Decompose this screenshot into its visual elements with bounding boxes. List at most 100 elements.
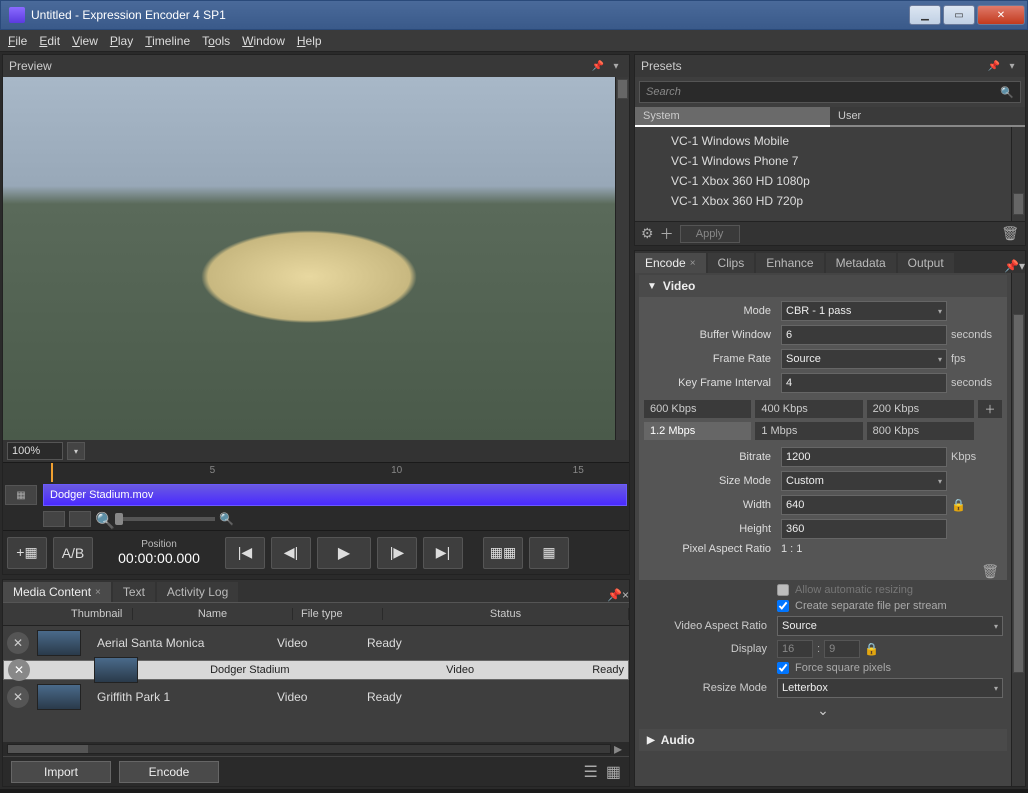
pin-icon[interactable]: 📌 [607,588,622,602]
resize-mode-select[interactable]: Letterbox▾ [777,678,1003,698]
pin-icon[interactable]: 📌 [987,59,1001,73]
bitrate-preset[interactable]: 1.2 Mbps [643,421,752,441]
add-clip-button[interactable]: +▦ [7,537,47,569]
zoom-out-icon[interactable]: 🔍 [95,511,111,527]
dropdown-icon[interactable]: ▾ [609,59,623,73]
mode-select[interactable]: CBR - 1 pass▾ [781,301,947,321]
preset-item[interactable]: VC-1 Xbox 360 HD 1080p [671,171,1011,191]
preset-item[interactable]: VC-1 Windows Phone 7 [671,151,1011,171]
tab-text[interactable]: Text [113,582,155,602]
trash-icon[interactable]: 🗑 [1001,225,1019,242]
height-input[interactable]: 360 [781,519,947,539]
encode-button[interactable]: Encode [119,761,219,783]
remove-icon[interactable]: ✕ [7,686,29,708]
tab-encode[interactable]: Encode× [635,253,706,273]
bitrate-add-button[interactable]: ＋ [977,399,1003,419]
preset-item[interactable]: VC-1 Xbox 360 HD 720p [671,191,1011,211]
presets-scrollbar[interactable] [1011,127,1025,221]
media-row[interactable]: ✕ Dodger Stadium Video Ready [3,660,629,680]
tab-activity-log[interactable]: Activity Log [157,582,238,602]
apply-button[interactable]: Apply [680,225,740,243]
display-h-input[interactable]: 9 [824,640,860,658]
trash-icon[interactable]: 🗑 [639,563,1007,580]
step-forward-button[interactable]: |▶ [377,537,417,569]
menu-view[interactable]: View [72,34,98,48]
step-back-button[interactable]: ◀| [271,537,311,569]
audio-section-header[interactable]: ▶Audio [639,729,1007,751]
presets-tab-system[interactable]: System [635,107,830,127]
play-button[interactable]: ▶ [317,537,371,569]
tab-enhance[interactable]: Enhance [756,253,823,273]
menu-timeline[interactable]: Timeline [145,34,190,48]
video-section: ▼Video Mode CBR - 1 pass▾ Buffer Window … [639,275,1007,580]
gear-icon[interactable]: ⚙ [641,225,654,242]
bitrate-preset[interactable]: 800 Kbps [866,421,975,441]
media-row[interactable]: ✕ Aerial Santa Monica Video Ready [3,626,629,660]
presets-search[interactable]: Search🔍 [639,81,1021,103]
media-hscroll[interactable]: ▸ [3,742,629,756]
expand-more-icon[interactable]: ⌄ [643,700,1003,721]
media-row[interactable]: ✕ Griffith Park 1 Video Ready [3,680,629,714]
pin-icon[interactable]: 📌 [1004,259,1019,273]
lock-icon[interactable]: 🔒 [864,642,879,656]
view-list-icon[interactable]: ☰ [584,762,598,782]
timeline-tool-1[interactable] [43,511,65,527]
presets-tab-user[interactable]: User [830,107,1025,127]
pin-icon[interactable]: 📌 [591,59,605,73]
markers-button[interactable]: ▦ [529,537,569,569]
tab-clips[interactable]: Clips [708,253,755,273]
bitrate-preset[interactable]: 600 Kbps [643,399,752,419]
menu-edit[interactable]: Edit [39,34,60,48]
tab-metadata[interactable]: Metadata [826,253,896,273]
ab-button[interactable]: A/B [53,537,93,569]
tab-media-content[interactable]: Media Content× [3,582,111,602]
remove-icon[interactable]: ✕ [7,632,29,654]
dropdown-icon[interactable]: ▾ [1019,259,1025,273]
zoom-in-icon[interactable]: 🔍 [219,512,235,526]
maximize-button[interactable]: ▭ [943,5,975,25]
zoom-dropdown[interactable]: ▾ [67,442,85,460]
zoom-select[interactable]: 100% [7,442,63,460]
framerate-select[interactable]: Source▾ [781,349,947,369]
view-grid-icon[interactable]: ▦ [606,762,621,782]
menu-window[interactable]: Window [242,34,285,48]
bitrate-preset[interactable]: 400 Kbps [754,399,863,419]
goto-end-button[interactable]: ▶| [423,537,463,569]
dropdown-icon[interactable]: ▾ [1005,59,1019,73]
menu-file[interactable]: File [8,34,27,48]
menu-play[interactable]: Play [110,34,133,48]
lock-icon[interactable]: 🔒 [951,498,999,512]
bitrate-input[interactable]: 1200 [781,447,947,467]
menu-help[interactable]: Help [297,34,322,48]
bitrate-preset[interactable]: 200 Kbps [866,399,975,419]
sizemode-select[interactable]: Custom▾ [781,471,947,491]
timeline-tool-2[interactable] [69,511,91,527]
width-input[interactable]: 640 [781,495,947,515]
display-w-input[interactable]: 16 [777,640,813,658]
create-separate-checkbox[interactable] [777,600,789,612]
goto-start-button[interactable]: |◀ [225,537,265,569]
close-button[interactable]: ✕ [977,5,1025,25]
preset-item[interactable]: VC-1 Windows Mobile [671,131,1011,151]
remove-icon[interactable]: ✕ [8,659,30,681]
preview-viewport[interactable] [3,77,615,440]
close-panel-icon[interactable]: × [622,588,629,602]
add-icon[interactable]: ＋ [660,224,674,244]
timeline-clip[interactable]: Dodger Stadium.mov [43,484,627,506]
video-aspect-select[interactable]: Source▾ [777,616,1003,636]
keyframe-input[interactable]: 4 [781,373,947,393]
split-button[interactable]: ▦▦ [483,537,523,569]
timeline-ruler[interactable]: 5 10 15 [3,462,629,482]
presets-list: VC-1 Windows Mobile VC-1 Windows Phone 7… [635,127,1011,221]
buffer-window-input[interactable]: 6 [781,325,947,345]
bitrate-preset[interactable]: 1 Mbps [754,421,863,441]
force-square-checkbox[interactable] [777,662,789,674]
zoom-slider[interactable] [115,517,215,521]
tab-output[interactable]: Output [898,253,954,273]
minimize-button[interactable]: ▁ [909,5,941,25]
preview-scrollbar[interactable] [615,77,629,440]
encode-scrollbar[interactable] [1011,273,1025,786]
menu-tools[interactable]: Tools [202,34,230,48]
video-section-header[interactable]: ▼Video [639,275,1007,297]
import-button[interactable]: Import [11,761,111,783]
